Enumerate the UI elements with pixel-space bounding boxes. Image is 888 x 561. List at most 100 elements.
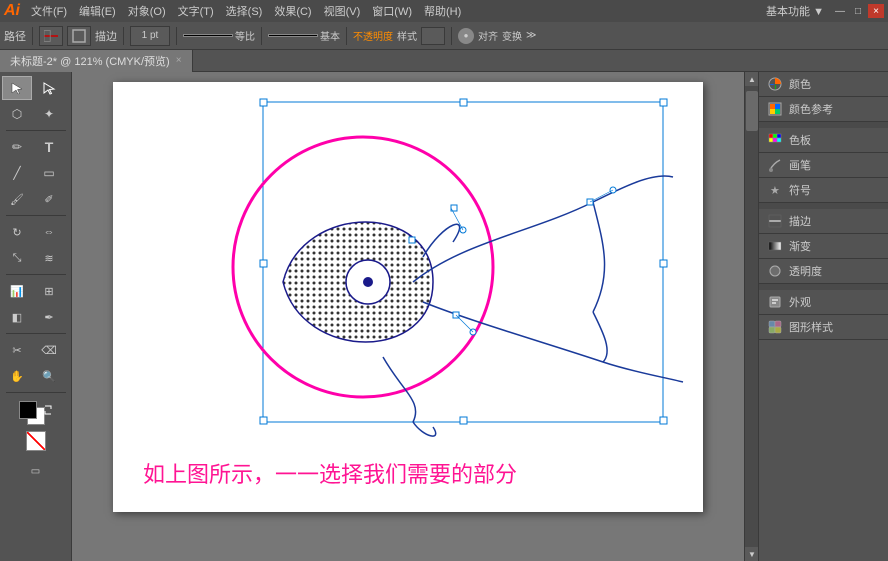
- document-tab[interactable]: 未标题-2* @ 121% (CMYK/预览) ×: [0, 50, 193, 72]
- panel-gradient-label: 渐变: [789, 238, 880, 254]
- panel-appearance[interactable]: 外观: [759, 290, 888, 315]
- tool-row-5: 🖌 ✐: [2, 187, 69, 211]
- stroke-line-preview: [183, 34, 233, 37]
- panel-color-label: 颜色: [789, 76, 880, 92]
- stroke-width-input[interactable]: [130, 26, 170, 46]
- scroll-up-button[interactable]: ▲: [745, 72, 759, 86]
- svg-text:如上图所示，一一选择我们需要的部分: 如上图所示，一一选择我们需要的部分: [143, 462, 517, 487]
- panel-symbol[interactable]: ★ 符号: [759, 178, 888, 203]
- panel-brush-label: 画笔: [789, 157, 880, 173]
- panel-color-ref-label: 颜色参考: [789, 101, 880, 117]
- profile-icon: ●: [458, 28, 474, 44]
- vertical-scrollbar[interactable]: ▲ ▼: [744, 72, 758, 561]
- toolbar: 路径 描边 等比 基本 不透明度 样式 ● 对齐 变换 ≫: [0, 22, 888, 50]
- pencil-tool[interactable]: ✐: [34, 187, 64, 211]
- magic-wand-tool[interactable]: ✦: [34, 102, 64, 126]
- tool-row-11: ✋ 🔍: [2, 364, 69, 388]
- type-tool[interactable]: T: [34, 135, 64, 159]
- eyedropper-tool[interactable]: ✒: [34, 305, 64, 329]
- minimize-button[interactable]: —: [832, 4, 848, 18]
- graphic-style-icon: [767, 319, 783, 335]
- graph-tool[interactable]: 📊: [2, 279, 32, 303]
- tool-row-10: ✂ ⌫: [2, 338, 69, 362]
- transparency-icon: [767, 263, 783, 279]
- menu-help[interactable]: 帮助(H): [419, 1, 466, 21]
- stroke-ratio-label: 等比: [235, 28, 255, 43]
- stroke-square-btn[interactable]: [67, 26, 91, 46]
- menu-edit[interactable]: 编辑(E): [74, 1, 121, 21]
- opacity-box[interactable]: [421, 27, 445, 45]
- menu-bar: 文件(F) 编辑(E) 对象(O) 文字(T) 选择(S) 效果(C) 视图(V…: [26, 1, 766, 21]
- toolbar-separator: [32, 27, 33, 45]
- panel-gradient[interactable]: 渐变: [759, 234, 888, 259]
- menu-view[interactable]: 视图(V): [319, 1, 366, 21]
- menu-file[interactable]: 文件(F): [26, 1, 72, 21]
- menu-text[interactable]: 文字(T): [173, 1, 219, 21]
- paintbrush-tool[interactable]: 🖌: [2, 187, 32, 211]
- rect-tool[interactable]: ▭: [34, 161, 64, 185]
- rotate-tool[interactable]: ↻: [2, 220, 32, 244]
- color-icon: [767, 76, 783, 92]
- mesh-tool[interactable]: ⊞: [34, 279, 64, 303]
- tool-sep-1: [6, 130, 66, 131]
- screen-mode-row: ▭: [2, 459, 69, 483]
- transform-label[interactable]: 变换: [502, 28, 522, 43]
- panel-transparency[interactable]: 透明度: [759, 259, 888, 284]
- stroke-mode-label: 描边: [95, 28, 117, 44]
- hand-tool[interactable]: ✋: [2, 364, 32, 388]
- panel-graphic-style-label: 图形样式: [789, 319, 880, 335]
- reflect-tool[interactable]: ⇔: [34, 220, 64, 244]
- stroke-color-btn[interactable]: [39, 26, 63, 46]
- tab-close-button[interactable]: ×: [176, 55, 182, 66]
- canvas-area[interactable]: 如上图所示，一一选择我们需要的部分: [72, 72, 744, 561]
- swap-icon[interactable]: [43, 404, 53, 414]
- tool-row-1: [2, 76, 69, 100]
- scale-tool[interactable]: ⤡: [2, 246, 32, 270]
- tool-row-8: 📊 ⊞: [2, 279, 69, 303]
- scroll-thumb[interactable]: [746, 91, 758, 131]
- workspace-selector[interactable]: 基本功能 ▼: [766, 3, 824, 19]
- scroll-track[interactable]: [745, 86, 758, 547]
- direct-select-tool[interactable]: [34, 76, 64, 100]
- pen-tool[interactable]: ✏: [2, 135, 32, 159]
- menu-object[interactable]: 对象(O): [123, 1, 171, 21]
- appearance-icon: [767, 294, 783, 310]
- scroll-down-button[interactable]: ▼: [745, 547, 759, 561]
- panel-color-ref[interactable]: 颜色参考: [759, 97, 888, 122]
- tab-title: 未标题-2* @ 121% (CMYK/预览): [10, 53, 170, 69]
- zoom-tool[interactable]: 🔍: [34, 364, 64, 388]
- swatch-icon: [767, 132, 783, 148]
- maximize-button[interactable]: □: [850, 4, 866, 18]
- none-swatch-row: [26, 431, 46, 451]
- screen-mode-btn[interactable]: ▭: [24, 459, 48, 483]
- warp-tool[interactable]: ≋: [34, 246, 64, 270]
- menu-select[interactable]: 选择(S): [221, 1, 268, 21]
- opacity-label[interactable]: 不透明度: [353, 28, 393, 43]
- more-options-icon[interactable]: ≫: [526, 30, 536, 41]
- select-tool[interactable]: [2, 76, 32, 100]
- tool-row-2: ⬡ ✦: [2, 102, 69, 126]
- tool-sep-5: [6, 392, 66, 393]
- tool-row-4: ╱ ▭: [2, 161, 69, 185]
- panel-graphic-style[interactable]: 图形样式: [759, 315, 888, 340]
- eraser-tool[interactable]: ⌫: [34, 338, 64, 362]
- tools-panel: ⬡ ✦ ✏ T ╱ ▭ 🖌 ✐ ↻ ⇔ ⤡ ≋ 📊 ⊞ ◧: [0, 72, 72, 561]
- gradient-tool[interactable]: ◧: [2, 305, 32, 329]
- stroke-basic-label: 基本: [320, 28, 340, 43]
- panel-brush[interactable]: 画笔: [759, 153, 888, 178]
- style-label[interactable]: 样式: [397, 28, 417, 43]
- stroke-swatch[interactable]: [19, 401, 37, 419]
- panel-transparency-label: 透明度: [789, 263, 880, 279]
- lasso-tool[interactable]: ⬡: [2, 102, 32, 126]
- scissors-tool[interactable]: ✂: [2, 338, 32, 362]
- menu-effect[interactable]: 效果(C): [269, 1, 316, 21]
- toolbar-path-label: 路径: [4, 28, 26, 44]
- menu-window[interactable]: 窗口(W): [367, 1, 417, 21]
- align-label[interactable]: 对齐: [478, 28, 498, 43]
- line-tool[interactable]: ╱: [2, 161, 32, 185]
- none-swatch[interactable]: [26, 431, 46, 451]
- panel-stroke[interactable]: 描边: [759, 209, 888, 234]
- panel-color[interactable]: 颜色: [759, 72, 888, 97]
- close-button[interactable]: ×: [868, 4, 884, 18]
- panel-swatches[interactable]: 色板: [759, 128, 888, 153]
